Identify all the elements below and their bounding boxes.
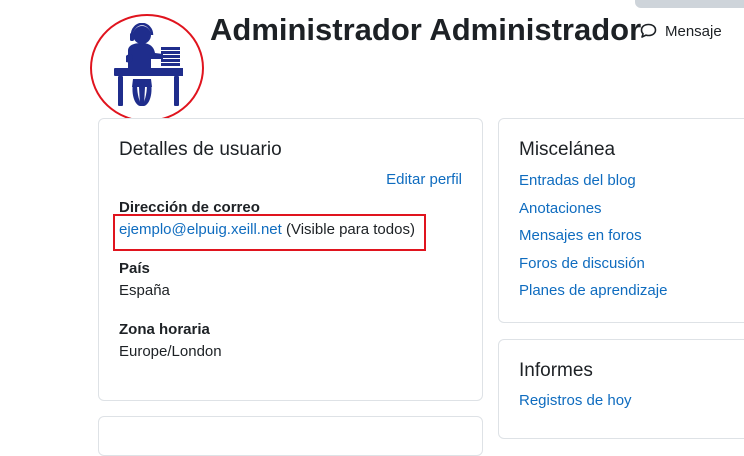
edit-profile-link[interactable]: Editar perfil <box>386 171 462 188</box>
message-label: Mensaje <box>665 22 722 40</box>
list-item: Mensajes en foros <box>519 226 667 254</box>
country-label: País <box>119 260 150 277</box>
top-tab <box>635 0 744 8</box>
notes-link[interactable]: Anotaciones <box>519 200 602 217</box>
bottom-card <box>98 416 483 456</box>
page-title: Administrador Administrador <box>210 12 642 47</box>
email-label: Dirección de correo <box>119 199 260 216</box>
country-value: España <box>119 282 170 299</box>
reports-card: Informes Registros de hoy <box>498 339 744 439</box>
timezone-label: Zona horaria <box>119 321 210 338</box>
todays-logs-link[interactable]: Registros de hoy <box>519 391 632 411</box>
speech-bubble-icon <box>640 23 657 38</box>
email-link[interactable]: ejemplo@elpuig.xeill.net <box>119 221 282 238</box>
list-item: Foros de discusión <box>519 254 667 282</box>
list-item: Anotaciones <box>519 199 667 227</box>
list-item: Entradas del blog <box>519 171 667 199</box>
email-visibility: (Visible para todos) <box>281 221 415 238</box>
forum-posts-link[interactable]: Mensajes en foros <box>519 227 642 244</box>
blog-entries-link[interactable]: Entradas del blog <box>519 172 636 189</box>
avatar <box>90 14 204 122</box>
list-item: Planes de aprendizaje <box>519 281 667 309</box>
timezone-value: Europe/London <box>119 343 222 360</box>
user-details-title: Detalles de usuario <box>119 139 282 160</box>
misc-card: Miscelánea Entradas del blog Anotaciones… <box>498 118 744 323</box>
forum-discussions-link[interactable]: Foros de discusión <box>519 255 645 272</box>
message-button[interactable]: Mensaje <box>640 20 722 42</box>
misc-link-list: Entradas del blog Anotaciones Mensajes e… <box>519 171 667 309</box>
email-value: ejemplo@elpuig.xeill.net (Visible para t… <box>119 220 415 240</box>
reports-title: Informes <box>519 360 593 381</box>
misc-title: Miscelánea <box>519 139 616 160</box>
user-details-card: Detalles de usuario Editar perfil Direcc… <box>98 118 483 401</box>
learning-plans-link[interactable]: Planes de aprendizaje <box>519 282 667 299</box>
person-at-desk-icon <box>114 23 183 106</box>
